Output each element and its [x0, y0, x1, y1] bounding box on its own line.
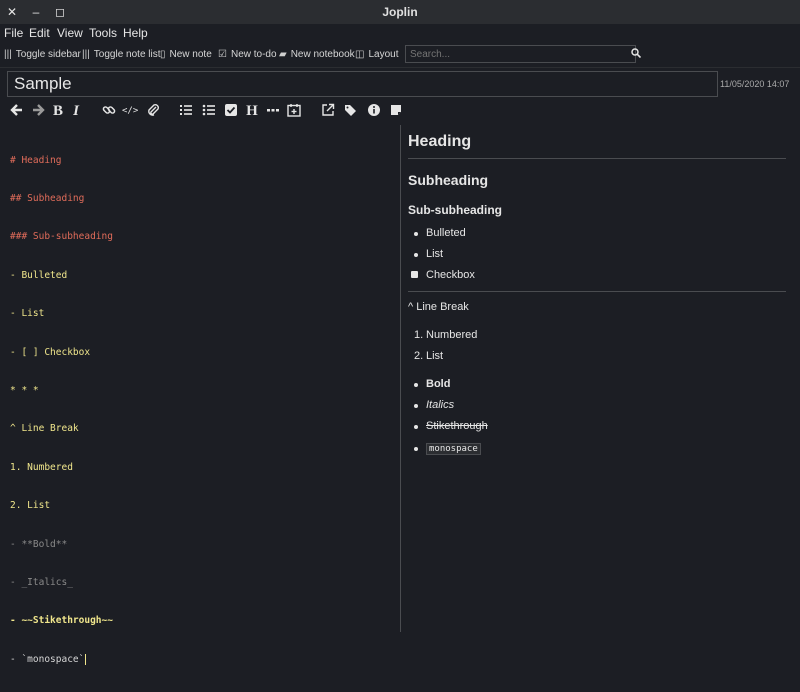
bullet-dot	[414, 383, 418, 387]
layout-button[interactable]: ◫ Layout	[355, 48, 398, 62]
italic-item: Italics	[426, 399, 455, 411]
layout-icon: ◫	[355, 49, 365, 60]
link-icon[interactable]	[101, 103, 117, 119]
menu-file[interactable]: File	[4, 26, 23, 40]
bulleted-list-icon[interactable]	[201, 103, 217, 119]
title-bar: ✕ – ◻ Joplin	[0, 0, 800, 24]
bullet-dot	[414, 253, 418, 257]
back-icon[interactable]	[9, 103, 25, 119]
inline-code: monospace	[426, 443, 481, 455]
new-note-label: New note	[169, 49, 212, 60]
checkbox-unchecked[interactable]	[411, 271, 418, 278]
bullet-dot	[414, 232, 418, 236]
menu-bar: File Edit View Tools Help	[0, 24, 800, 43]
menu-view[interactable]: View	[57, 26, 83, 40]
note-properties-icon[interactable]	[388, 103, 404, 119]
list-number: 2.	[414, 350, 424, 362]
bullet-dot	[414, 404, 418, 408]
editor-line: - `monospace`	[10, 653, 85, 665]
note-date: 11/05/2020 14:07	[720, 79, 790, 89]
menu-tools[interactable]: Tools	[89, 26, 117, 40]
search-input[interactable]	[405, 45, 636, 63]
external-editor-icon[interactable]	[320, 103, 336, 119]
strike-item: Stikethrough	[426, 420, 488, 432]
editor-line: ^ Line Break	[10, 423, 79, 435]
markdown-editor[interactable]: # Heading ## Subheading ### Sub-subheadi…	[0, 125, 400, 665]
heading-icon[interactable]: H	[244, 103, 260, 119]
markdown-text[interactable]: # Heading ## Subheading ### Sub-subheadi…	[10, 129, 113, 692]
sidebar-icon: |||	[4, 49, 12, 60]
editor-line: - [ ] Checkbox	[10, 346, 91, 358]
bold-item: Bold	[426, 378, 451, 390]
heading-rule	[408, 158, 786, 159]
horizontal-rule	[408, 291, 786, 292]
list-number: 1.	[414, 329, 424, 341]
monospace-item: monospace	[426, 442, 481, 455]
toggle-note-list-label: Toggle note list	[93, 49, 161, 60]
new-notebook-label: New notebook	[290, 49, 355, 60]
tags-icon[interactable]	[343, 103, 359, 119]
info-icon[interactable]	[366, 103, 382, 119]
menu-help[interactable]: Help	[123, 26, 148, 40]
editor-line: ## Subheading	[10, 192, 85, 204]
new-note-icon: ▯	[160, 49, 166, 60]
editor-line: * * *	[10, 384, 39, 396]
list-item: List	[426, 248, 444, 260]
checkbox-icon: ☑	[218, 49, 227, 60]
search-icon[interactable]	[631, 48, 641, 58]
viewer-sub-subheading: Sub-subheading	[408, 203, 502, 217]
new-notebook-button[interactable]: ▰ New notebook	[279, 48, 355, 62]
editor-line: - _Italics_	[10, 576, 73, 588]
code-icon[interactable]: </>	[122, 103, 138, 119]
menu-edit[interactable]: Edit	[29, 26, 50, 40]
attach-icon[interactable]	[145, 103, 161, 119]
window-title: Joplin	[382, 5, 418, 19]
line-break-text: ^ Line Break	[408, 301, 469, 313]
notebook-icon: ▰	[279, 49, 287, 60]
editor-line: - Bulleted	[10, 269, 68, 281]
toggle-sidebar-label: Toggle sidebar	[15, 49, 81, 60]
checkbox-label: Checkbox	[426, 269, 475, 281]
toggle-note-list-button[interactable]: ||| Toggle note list	[82, 48, 161, 62]
bullet-dot	[414, 425, 418, 429]
numbered-item: List	[426, 350, 444, 362]
viewer-heading: Heading	[408, 133, 472, 150]
bullet-dot	[414, 447, 418, 451]
format-toolbar: B I </> H	[0, 100, 420, 122]
editor-line: # Heading	[10, 154, 62, 166]
layout-label: Layout	[368, 49, 399, 60]
numbered-list-icon[interactable]	[178, 103, 194, 119]
new-note-button[interactable]: ▯ New note	[160, 48, 212, 62]
pane-divider[interactable]	[400, 125, 401, 632]
new-todo-label: New to-do	[230, 49, 277, 60]
italic-icon[interactable]: I	[68, 103, 84, 119]
new-todo-button[interactable]: ☑ New to-do	[218, 48, 277, 62]
markdown-viewer: Heading Subheading Sub-subheading Bullet…	[408, 125, 788, 632]
main-toolbar: ||| Toggle sidebar ||| Toggle note list ▯ N…	[0, 43, 800, 68]
horizontal-rule-icon[interactable]	[265, 103, 281, 119]
forward-icon[interactable]	[30, 103, 46, 119]
list-item: Bulleted	[426, 227, 466, 239]
note-list-icon: |||	[82, 49, 90, 60]
editor-line: 1. Numbered	[10, 461, 73, 473]
editor-line: ### Sub-subheading	[10, 231, 113, 243]
numbered-item: Numbered	[426, 329, 478, 341]
editor-line: - ~~Stikethrough~~	[10, 615, 113, 627]
viewer-subheading: Subheading	[408, 172, 489, 188]
text-cursor	[85, 653, 87, 665]
editor-line: - **Bold**	[10, 538, 68, 550]
insert-date-icon[interactable]	[286, 103, 302, 119]
note-title-input[interactable]	[7, 71, 718, 97]
bold-icon[interactable]: B	[50, 103, 66, 119]
editor-line: - List	[10, 308, 45, 320]
checkbox-icon[interactable]	[223, 103, 239, 119]
toggle-sidebar-button[interactable]: ||| Toggle sidebar	[4, 48, 81, 62]
editor-line: 2. List	[10, 500, 51, 512]
